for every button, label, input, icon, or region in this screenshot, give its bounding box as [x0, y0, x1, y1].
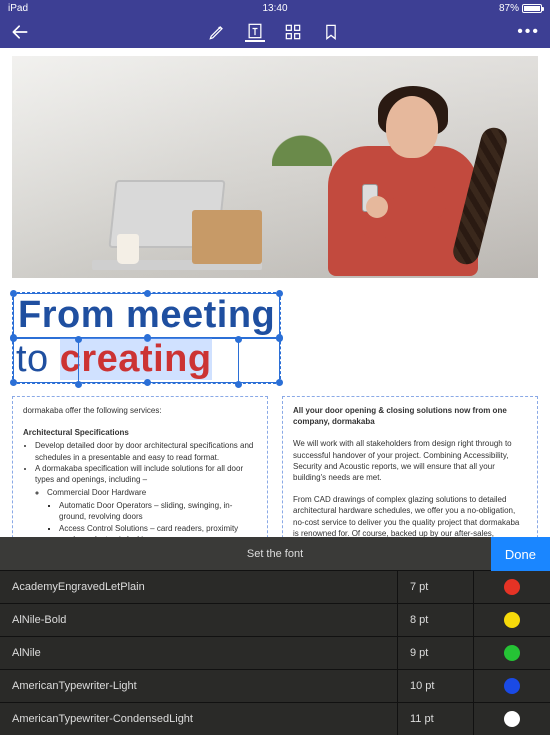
more-button[interactable]: ••• [517, 23, 540, 41]
sub-bullet: Commercial Door Hardware [47, 487, 257, 498]
hero-image [12, 56, 538, 278]
font-option[interactable]: AlNile-Bold [0, 604, 397, 637]
toolbar-tools [207, 22, 341, 42]
section-heading: All your door opening & closing solution… [293, 406, 507, 426]
device-label: iPad [8, 3, 28, 14]
app-toolbar: ••• [0, 16, 550, 48]
resize-handle[interactable] [144, 290, 151, 297]
panel-title: Set the font [247, 548, 303, 560]
intro-text: dormakaba offer the following services: [23, 405, 257, 416]
bullet: A dormakaba specification will include s… [35, 463, 257, 485]
color-swatch [504, 678, 520, 694]
color-option[interactable] [474, 637, 550, 670]
battery-icon [522, 4, 542, 13]
resize-handle[interactable] [144, 334, 151, 341]
selection-box [13, 293, 280, 339]
resize-handle[interactable] [10, 290, 17, 297]
section-heading: Architectural Specifications [23, 428, 129, 437]
clock: 13:40 [262, 3, 287, 14]
panel-header: Set the font Done [0, 537, 550, 571]
textframe-icon[interactable] [245, 22, 265, 42]
color-swatch [504, 645, 520, 661]
font-option[interactable]: AlNile [0, 637, 397, 670]
size-option[interactable]: 7 pt [398, 571, 473, 604]
color-option[interactable] [474, 604, 550, 637]
size-option[interactable]: 9 pt [398, 637, 473, 670]
back-button[interactable] [10, 22, 30, 42]
pencil-icon[interactable] [207, 22, 227, 42]
status-bar: iPad 13:40 87% [0, 0, 550, 16]
size-list[interactable]: 7 pt8 pt9 pt10 pt11 pt [398, 571, 474, 735]
color-option[interactable] [474, 670, 550, 703]
font-list[interactable]: AcademyEngravedLetPlainAlNile-BoldAlNile… [0, 571, 398, 735]
color-list[interactable] [474, 571, 550, 735]
bookmark-icon[interactable] [321, 22, 341, 42]
resize-handle[interactable] [144, 379, 151, 386]
size-option[interactable]: 8 pt [398, 604, 473, 637]
resize-handle[interactable] [10, 334, 17, 341]
color-option[interactable] [474, 703, 550, 735]
text-selection-start[interactable] [78, 340, 84, 384]
battery-pct: 87% [499, 3, 519, 14]
done-button[interactable]: Done [491, 537, 550, 571]
text-selection-end[interactable] [238, 340, 244, 384]
font-option[interactable]: AcademyEngravedLetPlain [0, 571, 397, 604]
resize-handle[interactable] [10, 379, 17, 386]
document-canvas[interactable]: From meeting to creating dormakaba offer… [0, 48, 550, 578]
font-panel: Set the font Done AcademyEngravedLetPlai… [0, 537, 550, 735]
bullet: Develop detailed door by door architectu… [35, 440, 257, 462]
battery-indicator: 87% [499, 3, 542, 14]
color-swatch [504, 612, 520, 628]
resize-handle[interactable] [276, 379, 283, 386]
font-option[interactable]: AmericanTypewriter-CondensedLight [0, 703, 397, 735]
sub-sub-bullet: Automatic Door Operators – sliding, swin… [59, 500, 257, 522]
paragraph: We will work with all stakeholders from … [293, 438, 527, 483]
headline-text-frame[interactable]: From meeting to creating [12, 292, 538, 384]
size-option[interactable]: 11 pt [398, 703, 473, 735]
grid-icon[interactable] [283, 22, 303, 42]
size-option[interactable]: 10 pt [398, 670, 473, 703]
resize-handle[interactable] [276, 290, 283, 297]
color-swatch [504, 711, 520, 727]
color-option[interactable] [474, 571, 550, 604]
color-swatch [504, 579, 520, 595]
font-option[interactable]: AmericanTypewriter-Light [0, 670, 397, 703]
